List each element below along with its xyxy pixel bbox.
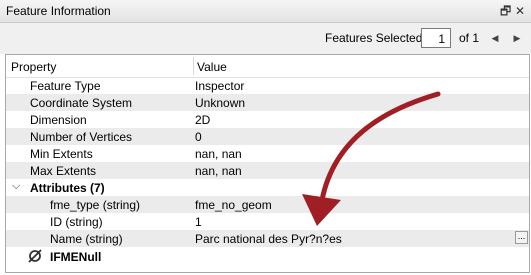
page-count-label: of 1 — [459, 31, 480, 45]
attribute-value: 1 — [195, 215, 202, 229]
null-geometry-icon — [28, 249, 42, 263]
attributes-group-row[interactable]: ⌵ Attributes (7) — [6, 179, 529, 196]
attribute-key: ID (string) — [50, 215, 103, 229]
property-value: 2D — [195, 113, 211, 127]
property-value: nan, nan — [195, 147, 242, 161]
property-key: Coordinate System — [30, 96, 133, 110]
title-bar: Feature Information 🗗 ✕ — [0, 0, 531, 23]
table-row[interactable]: Feature Type Inspector — [6, 77, 529, 94]
attributes-group-label: Attributes (7) — [30, 181, 105, 195]
geometry-label: IFMENull — [50, 250, 102, 264]
property-key: Feature Type — [30, 79, 101, 93]
property-value: 0 — [195, 130, 202, 144]
table-row[interactable]: ID (string) 1 — [6, 213, 529, 230]
next-page-icon[interactable]: ▶ — [510, 29, 524, 47]
table-row[interactable]: Number of Vertices 0 — [6, 128, 529, 145]
column-divider[interactable] — [193, 57, 194, 75]
attribute-value: Parc national des Pyr?n?es — [195, 232, 342, 246]
table-row[interactable]: Max Extents nan, nan — [6, 162, 529, 179]
property-key: Number of Vertices — [30, 130, 133, 144]
value-header[interactable]: Value — [197, 60, 227, 74]
property-value: nan, nan — [195, 164, 242, 178]
property-value: Inspector — [195, 79, 245, 93]
ellipsis-button[interactable]: ... — [515, 231, 528, 244]
attribute-key: fme_type (string) — [50, 198, 141, 212]
table-row[interactable]: Min Extents nan, nan — [6, 145, 529, 162]
property-key: Min Extents — [30, 147, 93, 161]
property-header[interactable]: Property — [11, 60, 56, 74]
feature-tree[interactable]: Property Value Feature Type Inspector Co… — [5, 54, 530, 273]
close-icon[interactable]: ✕ — [515, 4, 525, 18]
table-row[interactable]: Name (string) Parc national des Pyr?n?es… — [6, 230, 529, 247]
pin-icon[interactable]: 🗗 — [500, 4, 511, 18]
table-row[interactable]: fme_type (string) fme_no_geom — [6, 196, 529, 213]
window-title: Feature Information — [6, 4, 111, 18]
geometry-row[interactable]: IFMENull — [6, 248, 529, 265]
table-row[interactable]: Coordinate System Unknown — [6, 94, 529, 111]
features-selected-label: Features Selected: — [325, 31, 426, 45]
attribute-key: Name (string) — [50, 232, 123, 246]
toolbar: Features Selected: 1 of 1 ◀ ▶ — [0, 23, 531, 51]
table-row[interactable]: Dimension 2D — [6, 111, 529, 128]
table-header: Property Value — [6, 55, 529, 78]
attribute-value: fme_no_geom — [195, 198, 272, 212]
page-input[interactable]: 1 — [421, 28, 451, 48]
property-key: Max Extents — [30, 164, 97, 178]
chevron-down-icon[interactable]: ⌵ — [12, 180, 20, 193]
previous-page-icon[interactable]: ◀ — [488, 29, 502, 47]
property-value: Unknown — [195, 96, 246, 110]
property-key: Dimension — [30, 113, 87, 127]
